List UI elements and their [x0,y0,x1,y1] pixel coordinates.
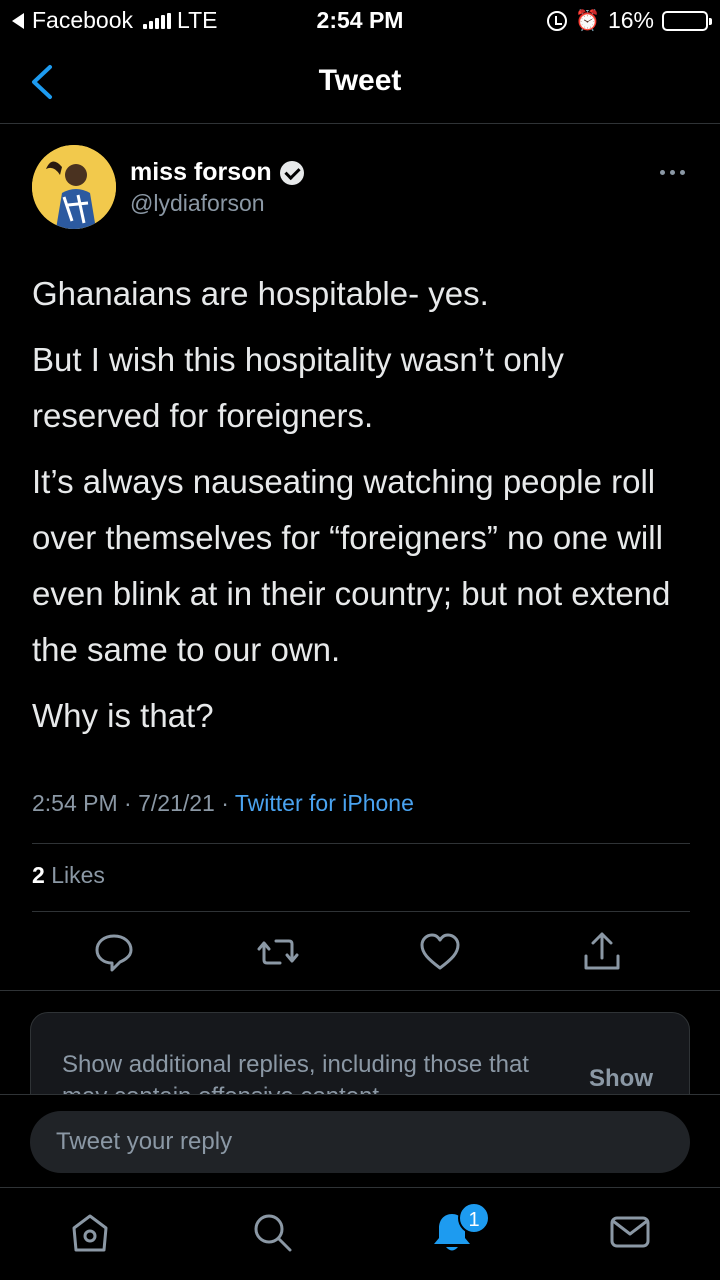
notifications-badge: 1 [458,1202,490,1234]
show-replies-button[interactable]: Show [589,1065,653,1093]
tweet-paragraph: Why is that? [32,697,214,734]
likes-number: 2 [32,862,45,888]
likes-count[interactable]: 2 Likes [32,862,105,889]
tweet-paragraph: It’s always nauseating watching people r… [32,463,671,668]
reply-icon[interactable] [92,930,136,974]
battery-percent: 16% [607,7,654,33]
tweet-meta: 2:54 PM · 7/21/21 · Twitter for iPhone [32,790,414,817]
home-icon[interactable] [68,1210,112,1254]
tweet-actions [0,930,720,980]
tweet-source-link[interactable]: Twitter for iPhone [235,790,414,816]
search-icon[interactable] [250,1210,294,1254]
alarm-icon: ⏰ [575,10,600,32]
reply-composer [0,1094,720,1188]
page-header: Tweet [0,40,720,124]
like-heart-icon[interactable] [418,930,462,974]
author-name[interactable]: miss forson [130,158,304,187]
tweet-date: 7/21/21 [138,790,215,816]
avatar-image [32,145,116,229]
divider [32,911,690,912]
tweet-paragraph: But I wish this hospitality wasn’t only … [32,341,564,434]
avatar[interactable] [32,145,116,229]
verified-icon [279,160,304,185]
meta-separator: · [124,790,139,816]
retweet-icon[interactable] [256,930,300,974]
status-bar: Facebook LTE 2:54 PM ⏰ 16% [0,0,720,40]
meta-separator: · [221,790,235,816]
orientation-lock-icon [547,10,568,31]
likes-label: Likes [51,862,105,888]
share-icon[interactable] [580,930,624,974]
divider [0,990,720,991]
messages-icon[interactable] [608,1210,652,1254]
more-options-icon[interactable] [652,160,692,184]
tweet-text: Ghanaians are hospitable- yes. But I wis… [32,266,692,754]
tab-bar [0,1188,720,1280]
divider [32,843,690,844]
battery-icon [662,10,712,31]
tweet-time: 2:54 PM [32,790,118,816]
tweet-paragraph: Ghanaians are hospitable- yes. [32,275,489,312]
author-name-text: miss forson [130,158,272,186]
reply-input[interactable] [30,1111,690,1173]
status-right: ⏰ 16% [547,7,712,34]
author-handle[interactable]: @lydiaforson [130,190,265,217]
page-title: Tweet [318,64,402,97]
